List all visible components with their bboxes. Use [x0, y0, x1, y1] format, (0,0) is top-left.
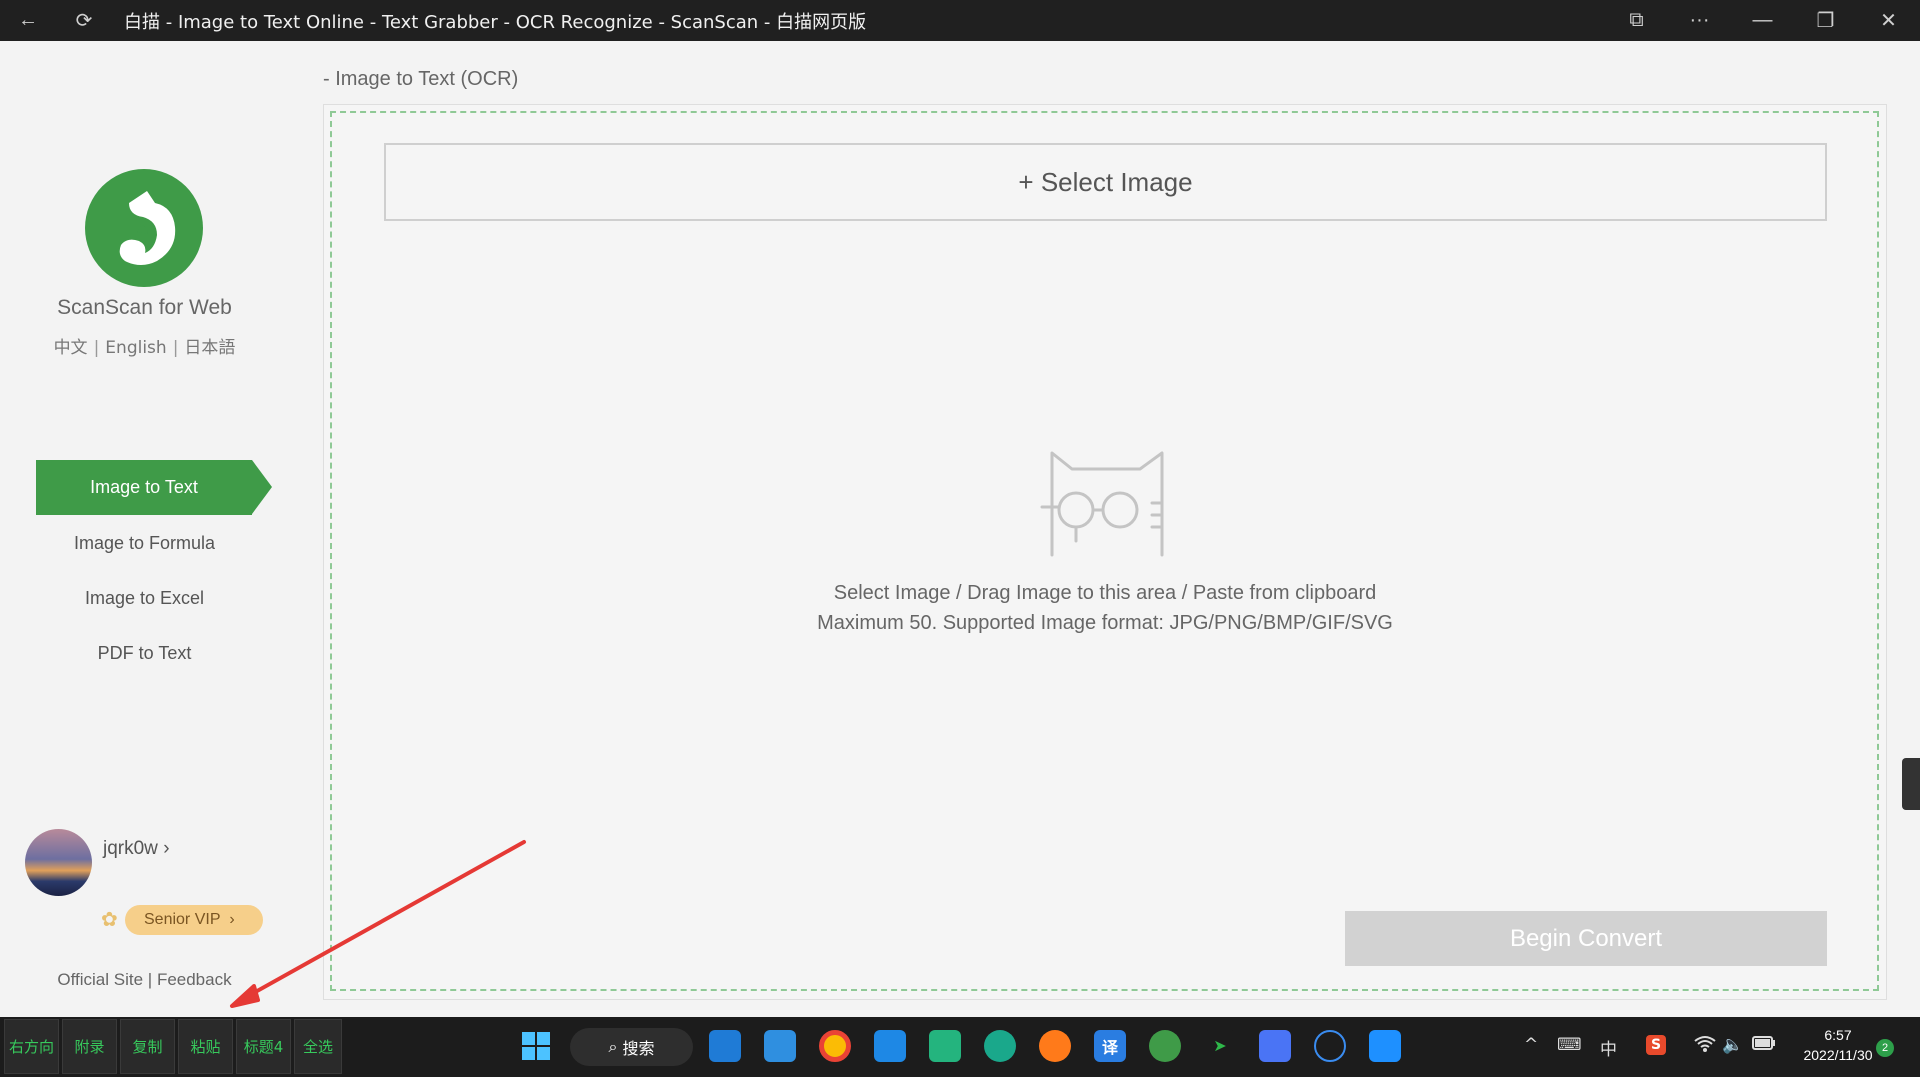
quick-button-copy[interactable]: 复制: [120, 1019, 175, 1074]
sogou-icon[interactable]: S: [1646, 1035, 1666, 1055]
player-app-icon[interactable]: [1314, 1030, 1346, 1062]
vip-medal-icon: ✿: [101, 909, 118, 931]
official-site-link[interactable]: Official Site: [57, 970, 143, 989]
volume-icon[interactable]: 🔈: [1722, 1035, 1743, 1055]
system-clock[interactable]: 6:57 2022/11/30: [1788, 1025, 1888, 1065]
close-icon[interactable]: ✕: [1857, 0, 1920, 41]
select-image-button[interactable]: + Select Image: [384, 143, 1827, 221]
taskbar-search-button[interactable]: ⌕ 搜索: [570, 1028, 693, 1066]
scanscan-app-icon[interactable]: [1149, 1030, 1181, 1062]
windows-start-icon[interactable]: [520, 1030, 552, 1062]
window-title: 白描 - Image to Text Online - Text Grabber…: [124, 11, 867, 33]
lang-separator: |: [172, 338, 179, 358]
nav-item-image-to-formula[interactable]: Image to Formula: [0, 533, 289, 554]
quick-button-right-direction[interactable]: 右方向: [4, 1019, 59, 1074]
language-switcher: 中文 | English | 日本語: [0, 333, 289, 358]
battery-icon[interactable]: [1752, 1035, 1776, 1055]
sidebar: ScanScan for Web 中文 | English | 日本語 Image to…: [0, 41, 289, 1017]
feishu-app-icon[interactable]: [1369, 1030, 1401, 1062]
breadcrumb: - Image to Text (OCR): [323, 68, 519, 90]
lang-ja-link[interactable]: 日本語: [184, 338, 235, 358]
feedback-link[interactable]: Feedback: [157, 970, 232, 989]
title-bar: ← ⟳ 白描 - Image to Text Online - Text Gra…: [0, 0, 1920, 41]
side-panel-handle[interactable]: [1902, 758, 1920, 810]
nav-item-image-to-excel[interactable]: Image to Excel: [0, 588, 289, 609]
quick-button-paste[interactable]: 粘贴: [178, 1019, 233, 1074]
scanscan-logo-icon: [85, 169, 203, 287]
brand-name: ScanScan for Web: [57, 296, 232, 319]
search-label: 搜索: [622, 1039, 655, 1058]
format-hint: Maximum 50. Supported Image format: JPG/…: [817, 612, 1393, 634]
quick-button-select-all[interactable]: 全选: [294, 1019, 342, 1074]
username-link[interactable]: jqrk0w ›: [103, 838, 170, 860]
firefox-app-icon[interactable]: [1039, 1030, 1071, 1062]
tray-chevron-icon[interactable]: ^: [1524, 1035, 1538, 1055]
restore-icon[interactable]: ❐: [1794, 0, 1857, 41]
lang-en-link[interactable]: English: [105, 338, 166, 358]
drop-hint: Select Image / Drag Image to this area /…: [833, 582, 1377, 604]
notes-app-icon[interactable]: [1259, 1030, 1291, 1062]
search-icon: ⌕: [608, 1037, 623, 1056]
vip-badge-button[interactable]: Senior VIP ›: [125, 905, 263, 935]
footer-separator: |: [147, 970, 153, 989]
more-icon[interactable]: ···: [1668, 0, 1731, 41]
send-app-icon[interactable]: ➤: [1204, 1030, 1236, 1062]
lang-zh-link[interactable]: 中文: [54, 338, 88, 358]
vscode-insiders-app-icon[interactable]: [929, 1030, 961, 1062]
minimize-icon[interactable]: —: [1731, 0, 1794, 41]
begin-convert-button[interactable]: Begin Convert: [1345, 911, 1827, 966]
refresh-icon[interactable]: ⟳: [56, 0, 112, 41]
avatar[interactable]: [25, 829, 92, 896]
lang-separator: |: [93, 338, 100, 358]
footer-links: Official Site | Feedback: [0, 970, 289, 990]
vip-label: Senior VIP: [144, 911, 221, 928]
desktop-app-icon[interactable]: [709, 1030, 741, 1062]
nav-item-pdf-to-text[interactable]: PDF to Text: [0, 643, 289, 664]
notepad-app-icon[interactable]: [764, 1030, 796, 1062]
quick-button-appendix[interactable]: 附录: [62, 1019, 117, 1074]
chrome-app-icon[interactable]: [819, 1030, 851, 1062]
translate-app-icon[interactable]: 译: [1094, 1030, 1126, 1062]
clock-time: 6:57: [1824, 1027, 1852, 1043]
chevron-right-icon: ›: [229, 911, 235, 928]
quick-button-heading4[interactable]: 标题4: [236, 1019, 291, 1074]
username: jqrk0w: [103, 838, 158, 859]
wifi-icon[interactable]: [1694, 1035, 1716, 1058]
cast-icon[interactable]: ⧉: [1605, 0, 1668, 41]
edge-app-icon[interactable]: [984, 1030, 1016, 1062]
vscode-app-icon[interactable]: [874, 1030, 906, 1062]
taskbar: 右方向 附录 复制 粘贴 标题4 全选 ⌕ 搜索 译 ➤ ^ ⌨ 中 S 🔈 6…: [0, 1017, 1920, 1077]
nav-item-image-to-text[interactable]: Image to Text: [36, 460, 272, 515]
keyboard-icon[interactable]: ⌨: [1557, 1035, 1582, 1055]
notification-badge[interactable]: 2: [1876, 1039, 1894, 1057]
cat-glasses-icon: [1040, 451, 1164, 557]
back-icon[interactable]: ←: [0, 0, 56, 41]
chevron-right-icon: ›: [163, 838, 170, 859]
ime-indicator[interactable]: 中: [1600, 1035, 1617, 1060]
clock-date: 2022/11/30: [1803, 1047, 1873, 1063]
